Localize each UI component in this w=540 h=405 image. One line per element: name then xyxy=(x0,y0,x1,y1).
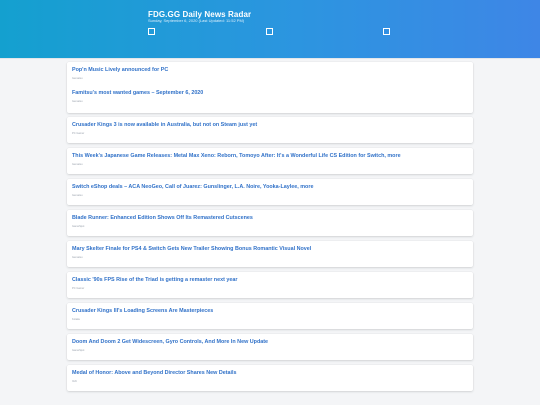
news-item: Crusader Kings 3 is now available in Aus… xyxy=(72,122,257,136)
news-item: Medal of Honor: Above and Beyond Directo… xyxy=(72,370,237,384)
checkbox-icon[interactable] xyxy=(266,28,273,35)
news-source: Gematsu xyxy=(72,99,83,103)
news-source: PC Gamer xyxy=(72,131,85,135)
news-card: Classic '90s FPS Rise of the Triad is ge… xyxy=(67,272,473,298)
news-card: Switch eShop deals – ACA NeoGeo, Call of… xyxy=(67,179,473,205)
news-card: Crusader Kings III's Loading Screens Are… xyxy=(67,303,473,329)
news-item: Classic '90s FPS Rise of the Triad is ge… xyxy=(72,277,237,291)
news-item: Mary Skelter Finale for PS4 & Switch Get… xyxy=(72,246,311,260)
news-source: Gematsu xyxy=(72,193,83,197)
news-title-link[interactable]: Mary Skelter Finale for PS4 & Switch Get… xyxy=(72,246,311,253)
news-title-link[interactable]: Blade Runner: Enhanced Edition Shows Off… xyxy=(72,215,253,222)
news-title-link[interactable]: Doom And Doom 2 Get Widescreen, Gyro Con… xyxy=(72,339,268,346)
header-divider xyxy=(0,58,540,59)
checkbox-icon[interactable] xyxy=(148,28,155,35)
news-title-link[interactable]: This Week's Japanese Game Releases: Meta… xyxy=(72,153,401,160)
news-card: Blade Runner: Enhanced Edition Shows Off… xyxy=(67,210,473,236)
news-card: Mary Skelter Finale for PS4 & Switch Get… xyxy=(67,241,473,267)
news-title-link[interactable]: Medal of Honor: Above and Beyond Directo… xyxy=(72,370,237,377)
news-source: Gematsu xyxy=(72,76,83,80)
news-source: IGN xyxy=(72,379,77,383)
news-source: Gematsu xyxy=(72,162,83,166)
news-source: Gematsu xyxy=(72,255,83,259)
news-item: Famitsu's most wanted games – September … xyxy=(72,90,203,104)
news-source: GameSpot xyxy=(72,224,85,228)
news-item: Crusader Kings III's Loading Screens Are… xyxy=(72,308,213,322)
news-source: Kotaku xyxy=(72,317,81,321)
news-title-link[interactable]: Switch eShop deals – ACA NeoGeo, Call of… xyxy=(72,184,313,191)
news-title-link[interactable]: Classic '90s FPS Rise of the Triad is ge… xyxy=(72,277,237,284)
news-title-link[interactable]: Famitsu's most wanted games – September … xyxy=(72,90,203,97)
news-item: This Week's Japanese Game Releases: Meta… xyxy=(72,153,401,167)
news-item: Switch eShop deals – ACA NeoGeo, Call of… xyxy=(72,184,313,198)
news-item: Blade Runner: Enhanced Edition Shows Off… xyxy=(72,215,253,229)
news-card: Doom And Doom 2 Get Widescreen, Gyro Con… xyxy=(67,334,473,360)
news-title-link[interactable]: Pop'n Music Lively announced for PC xyxy=(72,67,168,74)
news-source: GameSpot xyxy=(72,348,85,352)
news-title-link[interactable]: Crusader Kings III's Loading Screens Are… xyxy=(72,308,213,315)
news-card: Pop'n Music Lively announced for PC Gema… xyxy=(67,62,473,113)
checkbox-icon[interactable] xyxy=(383,28,390,35)
last-updated-text: Sunday, September 6, 2020 (Last Updated:… xyxy=(148,18,245,23)
news-item: Pop'n Music Lively announced for PC Gema… xyxy=(72,67,168,81)
news-item: Doom And Doom 2 Get Widescreen, Gyro Con… xyxy=(72,339,268,353)
news-source: PC Gamer xyxy=(72,286,85,290)
news-title-link[interactable]: Crusader Kings 3 is now available in Aus… xyxy=(72,122,257,129)
news-card: Crusader Kings 3 is now available in Aus… xyxy=(67,117,473,143)
news-card: This Week's Japanese Game Releases: Meta… xyxy=(67,148,473,174)
page-header: FDG.GG Daily News Radar Sunday, Septembe… xyxy=(0,0,540,58)
news-card: Medal of Honor: Above and Beyond Directo… xyxy=(67,365,473,391)
